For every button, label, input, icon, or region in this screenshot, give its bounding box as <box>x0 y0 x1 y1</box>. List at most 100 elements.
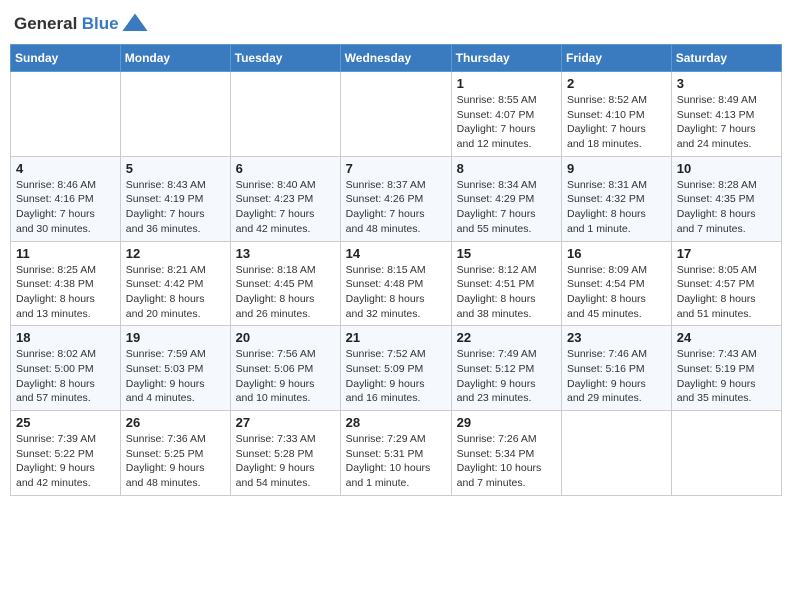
calendar-cell: 3 Sunrise: 8:49 AM Sunset: 4:13 PM Daylig… <box>671 72 781 157</box>
day-info: Sunrise: 7:26 AM Sunset: 5:34 PM Dayligh… <box>457 432 556 491</box>
day-info: Sunrise: 8:05 AM Sunset: 4:57 PM Dayligh… <box>677 263 776 322</box>
calendar-cell: 25 Sunrise: 7:39 AM Sunset: 5:22 PM Dayli… <box>11 411 121 496</box>
calendar-cell <box>562 411 672 496</box>
logo-line2: Blue <box>82 14 119 33</box>
day-info: Sunrise: 8:43 AM Sunset: 4:19 PM Dayligh… <box>126 178 225 237</box>
calendar-cell: 13 Sunrise: 8:18 AM Sunset: 4:45 PM Dayli… <box>230 241 340 326</box>
day-number: 14 <box>346 246 446 261</box>
day-info: Sunrise: 7:59 AM Sunset: 5:03 PM Dayligh… <box>126 347 225 406</box>
calendar-cell: 14 Sunrise: 8:15 AM Sunset: 4:48 PM Dayli… <box>340 241 451 326</box>
day-number: 22 <box>457 330 556 345</box>
day-number: 17 <box>677 246 776 261</box>
day-info: Sunrise: 7:56 AM Sunset: 5:06 PM Dayligh… <box>236 347 335 406</box>
weekday-header: Thursday <box>451 45 561 72</box>
weekday-header: Saturday <box>671 45 781 72</box>
calendar-cell <box>120 72 230 157</box>
day-number: 4 <box>16 161 115 176</box>
day-info: Sunrise: 8:21 AM Sunset: 4:42 PM Dayligh… <box>126 263 225 322</box>
calendar-cell: 12 Sunrise: 8:21 AM Sunset: 4:42 PM Dayli… <box>120 241 230 326</box>
day-info: Sunrise: 7:36 AM Sunset: 5:25 PM Dayligh… <box>126 432 225 491</box>
calendar-cell: 27Sunrise: 7:33 AM Sunset: 5:28 PM Dayli… <box>230 411 340 496</box>
day-info: Sunrise: 8:09 AM Sunset: 4:54 PM Dayligh… <box>567 263 666 322</box>
day-number: 5 <box>126 161 225 176</box>
day-number: 3 <box>677 76 776 91</box>
day-number: 28 <box>346 415 446 430</box>
day-number: 9 <box>567 161 666 176</box>
day-info: Sunrise: 8:49 AM Sunset: 4:13 PM Dayligh… <box>677 93 776 152</box>
calendar-cell: 22 Sunrise: 7:49 AM Sunset: 5:12 PM Dayli… <box>451 326 561 411</box>
calendar-cell: 4 Sunrise: 8:46 AM Sunset: 4:16 PM Daylig… <box>11 156 121 241</box>
calendar-week-row: 25 Sunrise: 7:39 AM Sunset: 5:22 PM Dayli… <box>11 411 782 496</box>
calendar-week-row: 18Sunrise: 8:02 AM Sunset: 5:00 PM Dayli… <box>11 326 782 411</box>
day-info: Sunrise: 8:02 AM Sunset: 5:00 PM Dayligh… <box>16 347 115 406</box>
calendar-cell: 24Sunrise: 7:43 AM Sunset: 5:19 PM Dayli… <box>671 326 781 411</box>
day-number: 20 <box>236 330 335 345</box>
weekday-header: Tuesday <box>230 45 340 72</box>
day-number: 2 <box>567 76 666 91</box>
day-number: 15 <box>457 246 556 261</box>
day-number: 19 <box>126 330 225 345</box>
weekday-header: Friday <box>562 45 672 72</box>
day-info: Sunrise: 7:52 AM Sunset: 5:09 PM Dayligh… <box>346 347 446 406</box>
calendar-header-row: SundayMondayTuesdayWednesdayThursdayFrid… <box>11 45 782 72</box>
day-number: 27 <box>236 415 335 430</box>
calendar-cell: 23 Sunrise: 7:46 AM Sunset: 5:16 PM Dayli… <box>562 326 672 411</box>
day-number: 23 <box>567 330 666 345</box>
calendar-cell: 5 Sunrise: 8:43 AM Sunset: 4:19 PM Daylig… <box>120 156 230 241</box>
day-info: Sunrise: 8:15 AM Sunset: 4:48 PM Dayligh… <box>346 263 446 322</box>
calendar-week-row: 1 Sunrise: 8:55 AM Sunset: 4:07 PM Daylig… <box>11 72 782 157</box>
weekday-header: Wednesday <box>340 45 451 72</box>
calendar-cell: 19 Sunrise: 7:59 AM Sunset: 5:03 PM Dayli… <box>120 326 230 411</box>
day-info: Sunrise: 8:46 AM Sunset: 4:16 PM Dayligh… <box>16 178 115 237</box>
day-info: Sunrise: 8:31 AM Sunset: 4:32 PM Dayligh… <box>567 178 666 237</box>
calendar-cell: 1 Sunrise: 8:55 AM Sunset: 4:07 PM Daylig… <box>451 72 561 157</box>
day-number: 13 <box>236 246 335 261</box>
calendar-cell <box>671 411 781 496</box>
day-number: 26 <box>126 415 225 430</box>
day-number: 12 <box>126 246 225 261</box>
day-info: Sunrise: 8:37 AM Sunset: 4:26 PM Dayligh… <box>346 178 446 237</box>
day-info: Sunrise: 7:43 AM Sunset: 5:19 PM Dayligh… <box>677 347 776 406</box>
day-info: Sunrise: 7:29 AM Sunset: 5:31 PM Dayligh… <box>346 432 446 491</box>
calendar-cell: 16Sunrise: 8:09 AM Sunset: 4:54 PM Dayli… <box>562 241 672 326</box>
day-number: 6 <box>236 161 335 176</box>
calendar-cell: 6 Sunrise: 8:40 AM Sunset: 4:23 PM Daylig… <box>230 156 340 241</box>
calendar-cell <box>11 72 121 157</box>
day-number: 29 <box>457 415 556 430</box>
day-info: Sunrise: 7:49 AM Sunset: 5:12 PM Dayligh… <box>457 347 556 406</box>
calendar-week-row: 11Sunrise: 8:25 AM Sunset: 4:38 PM Dayli… <box>11 241 782 326</box>
calendar-cell: 7 Sunrise: 8:37 AM Sunset: 4:26 PM Daylig… <box>340 156 451 241</box>
calendar-cell: 8 Sunrise: 8:34 AM Sunset: 4:29 PM Daylig… <box>451 156 561 241</box>
calendar-cell: 21 Sunrise: 7:52 AM Sunset: 5:09 PM Dayli… <box>340 326 451 411</box>
calendar-cell: 28 Sunrise: 7:29 AM Sunset: 5:31 PM Dayli… <box>340 411 451 496</box>
weekday-header: Monday <box>120 45 230 72</box>
day-info: Sunrise: 8:18 AM Sunset: 4:45 PM Dayligh… <box>236 263 335 322</box>
calendar-cell: 17 Sunrise: 8:05 AM Sunset: 4:57 PM Dayli… <box>671 241 781 326</box>
day-info: Sunrise: 8:25 AM Sunset: 4:38 PM Dayligh… <box>16 263 115 322</box>
day-number: 1 <box>457 76 556 91</box>
logo: General Blue <box>14 10 149 38</box>
calendar-cell: 26 Sunrise: 7:36 AM Sunset: 5:25 PM Dayli… <box>120 411 230 496</box>
calendar-cell: 11Sunrise: 8:25 AM Sunset: 4:38 PM Dayli… <box>11 241 121 326</box>
day-info: Sunrise: 7:39 AM Sunset: 5:22 PM Dayligh… <box>16 432 115 491</box>
day-info: Sunrise: 8:34 AM Sunset: 4:29 PM Dayligh… <box>457 178 556 237</box>
day-info: Sunrise: 8:55 AM Sunset: 4:07 PM Dayligh… <box>457 93 556 152</box>
logo-line1: General <box>14 14 77 33</box>
calendar-cell: 18Sunrise: 8:02 AM Sunset: 5:00 PM Dayli… <box>11 326 121 411</box>
day-number: 25 <box>16 415 115 430</box>
logo-icon <box>121 10 149 38</box>
day-info: Sunrise: 8:12 AM Sunset: 4:51 PM Dayligh… <box>457 263 556 322</box>
day-number: 21 <box>346 330 446 345</box>
day-number: 7 <box>346 161 446 176</box>
day-number: 8 <box>457 161 556 176</box>
header: General Blue <box>10 10 782 38</box>
day-info: Sunrise: 7:46 AM Sunset: 5:16 PM Dayligh… <box>567 347 666 406</box>
calendar-cell <box>230 72 340 157</box>
day-info: Sunrise: 8:28 AM Sunset: 4:35 PM Dayligh… <box>677 178 776 237</box>
weekday-header: Sunday <box>11 45 121 72</box>
day-info: Sunrise: 8:40 AM Sunset: 4:23 PM Dayligh… <box>236 178 335 237</box>
calendar-cell: 2Sunrise: 8:52 AM Sunset: 4:10 PM Daylig… <box>562 72 672 157</box>
calendar-week-row: 4 Sunrise: 8:46 AM Sunset: 4:16 PM Daylig… <box>11 156 782 241</box>
calendar-cell: 29 Sunrise: 7:26 AM Sunset: 5:34 PM Dayli… <box>451 411 561 496</box>
calendar-cell <box>340 72 451 157</box>
